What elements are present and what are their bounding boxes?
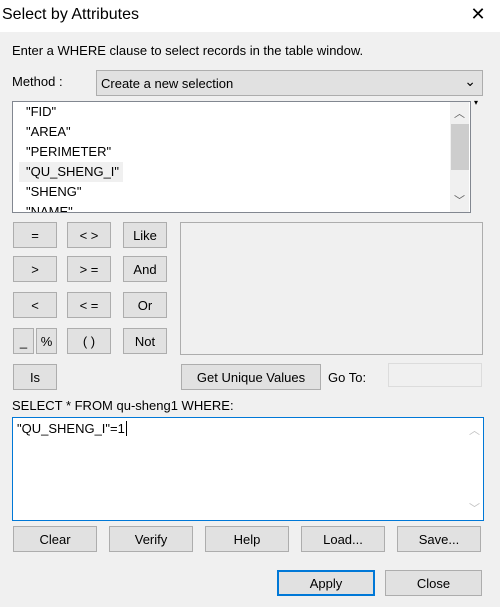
list-options-icon[interactable]: ▾: [474, 98, 478, 107]
select-clause-label: SELECT * FROM qu-sheng1 WHERE:: [12, 398, 234, 413]
not-equal-button[interactable]: < >: [67, 222, 111, 248]
not-button[interactable]: Not: [123, 328, 167, 354]
field-list[interactable]: "FID" "AREA" "PERIMETER" "QU_SHENG_I" "S…: [12, 101, 471, 213]
like-button[interactable]: Like: [123, 222, 167, 248]
clear-button[interactable]: Clear: [13, 526, 97, 552]
or-button[interactable]: Or: [123, 292, 167, 318]
method-dropdown[interactable]: Create a new selection ⌄: [96, 70, 483, 96]
field-item[interactable]: "PERIMETER": [19, 142, 115, 162]
scroll-down-icon[interactable]: ﹀: [450, 192, 469, 208]
scroll-down-icon[interactable]: ﹀: [465, 500, 484, 516]
instruction-text: Enter a WHERE clause to select records i…: [12, 43, 364, 58]
field-item-selected[interactable]: "QU_SHENG_I": [19, 162, 124, 182]
method-label: Method :: [12, 74, 63, 89]
apply-button[interactable]: Apply: [277, 570, 375, 596]
greater-than-button[interactable]: >: [13, 256, 57, 282]
goto-input[interactable]: [388, 363, 482, 387]
less-equal-button[interactable]: < =: [67, 292, 111, 318]
goto-label: Go To:: [328, 370, 367, 385]
field-item[interactable]: "NAME": [19, 202, 77, 212]
window-title: Select by Attributes: [2, 6, 139, 23]
get-unique-values-button[interactable]: Get Unique Values: [181, 364, 321, 390]
close-icon[interactable]: ✕: [466, 4, 490, 25]
load-button[interactable]: Load...: [301, 526, 385, 552]
save-button[interactable]: Save...: [397, 526, 481, 552]
where-clause-input[interactable]: "QU_SHENG_I"=1 ︿ ﹀: [12, 417, 484, 521]
field-item[interactable]: "SHENG": [19, 182, 85, 202]
and-button[interactable]: And: [123, 256, 167, 282]
method-value: Create a new selection: [101, 76, 234, 91]
parentheses-button[interactable]: ( ): [67, 328, 111, 354]
field-list-scrollbar[interactable]: ︿ ﹀: [450, 102, 469, 212]
is-button[interactable]: Is: [13, 364, 57, 390]
verify-button[interactable]: Verify: [109, 526, 193, 552]
close-button[interactable]: Close: [385, 570, 482, 596]
underscore-button[interactable]: _: [13, 328, 34, 354]
help-button[interactable]: Help: [205, 526, 289, 552]
field-item[interactable]: "FID": [19, 102, 60, 122]
where-clause-text: "QU_SHENG_I"=1: [17, 421, 125, 436]
percent-button[interactable]: %: [36, 328, 57, 354]
equals-button[interactable]: =: [13, 222, 57, 248]
greater-equal-button[interactable]: > =: [67, 256, 111, 282]
field-item[interactable]: "AREA": [19, 122, 75, 142]
unique-values-list[interactable]: [180, 222, 483, 355]
scroll-up-icon[interactable]: ︿: [450, 105, 469, 121]
chevron-down-icon: ⌄: [464, 73, 476, 89]
scroll-thumb[interactable]: [451, 124, 469, 170]
scroll-up-icon[interactable]: ︿: [465, 422, 484, 438]
less-than-button[interactable]: <: [13, 292, 57, 318]
